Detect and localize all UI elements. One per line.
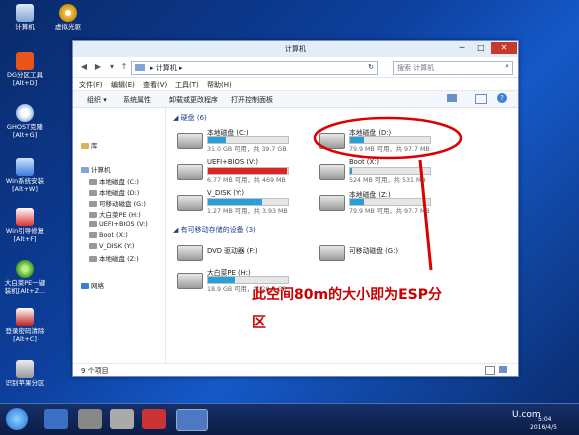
clock-time[interactable]: 5:04 xyxy=(538,416,551,423)
start-button[interactable] xyxy=(6,408,28,430)
annotation-overlay xyxy=(313,116,463,271)
annotation-line1: 此空间80m的大小即为ESP分 xyxy=(252,287,442,303)
highlight-circle xyxy=(313,116,463,160)
taskbar-computer-window[interactable] xyxy=(176,409,208,431)
taskbar-printer-icon[interactable] xyxy=(78,409,102,429)
taskbar-explorer-icon[interactable] xyxy=(44,409,68,429)
annotation-text: 此空间80m的大小即为ESP分 区 xyxy=(252,281,502,337)
watermark: U.com xyxy=(512,410,541,420)
clock-date[interactable]: 2016/4/5 xyxy=(530,424,557,431)
annotation-arrow xyxy=(418,159,433,271)
taskbar-tool-icon[interactable] xyxy=(142,409,166,429)
annotation-line2: 区 xyxy=(252,315,266,331)
taskbar: U.com 5:04 2016/4/5 xyxy=(0,403,579,435)
taskbar-drive-icon[interactable] xyxy=(110,409,134,429)
